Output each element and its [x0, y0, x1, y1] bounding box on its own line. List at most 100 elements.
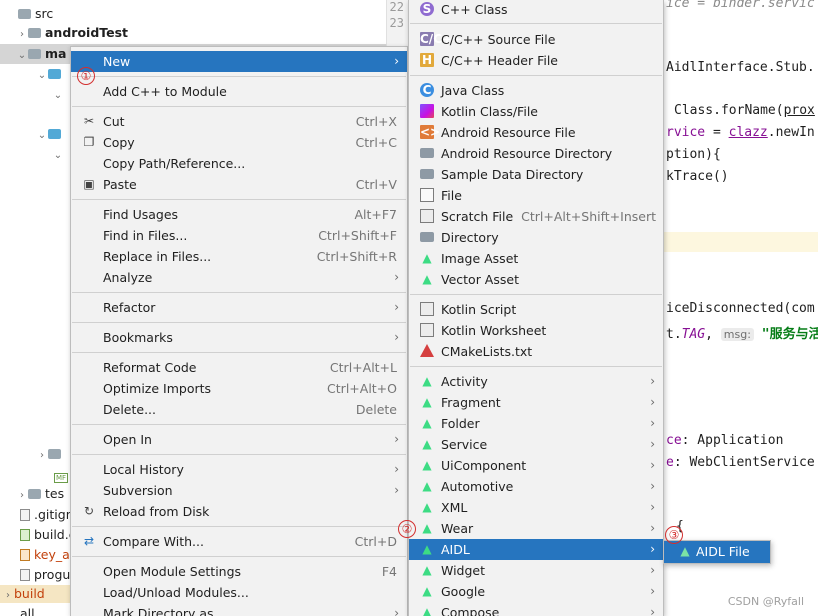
menu-item-kotlin-worksheet[interactable]: Kotlin Worksheet: [409, 320, 663, 341]
menu-item-mark-directory-as[interactable]: Mark Directory as ›: [71, 603, 407, 616]
chevron-right-icon[interactable]: ›: [2, 586, 14, 606]
chevron-down-icon[interactable]: ⌄: [16, 46, 28, 66]
tree-item-child-folder-2[interactable]: ⌄: [52, 84, 64, 104]
tree-item-gitignore[interactable]: .gitign: [20, 505, 74, 525]
menu-item-image-asset[interactable]: ▲ Image Asset: [409, 248, 663, 269]
menu-item-reload-from-disk[interactable]: ↻ Reload from Disk: [71, 501, 407, 522]
menu-item-refactor[interactable]: Refactor ›: [71, 297, 407, 318]
menu-item-activity[interactable]: ▲ Activity ›: [409, 371, 663, 392]
menu-item-cut[interactable]: ✂ Cut Ctrl+X: [71, 111, 407, 132]
aidl-file-icon: ▲: [680, 544, 690, 558]
menu-item-directory[interactable]: Directory: [409, 227, 663, 248]
menu-item-local-history[interactable]: Local History ›: [71, 459, 407, 480]
tree-item-androidtest[interactable]: › androidTest: [16, 23, 128, 43]
chevron-right-icon: ›: [394, 330, 399, 344]
menu-item-kotlin-script[interactable]: Kotlin Script: [409, 299, 663, 320]
menu-item-android-resource-directory[interactable]: Android Resource Directory: [409, 143, 663, 164]
menu-item-sample-data-directory[interactable]: Sample Data Directory: [409, 164, 663, 185]
menu-item-cpp-class[interactable]: S C++ Class: [409, 0, 663, 20]
menu-item-vector-asset[interactable]: ▲ Vector Asset: [409, 269, 663, 290]
menu-item-automotive[interactable]: ▲ Automotive ›: [409, 476, 663, 497]
tree-item-src[interactable]: src: [18, 4, 53, 24]
chevron-right-icon: ›: [650, 584, 655, 598]
code-line: ption){: [666, 147, 721, 162]
chevron-right-icon: ›: [650, 374, 655, 388]
key-file-icon: [20, 549, 30, 561]
tree-item-main[interactable]: ⌄ ma: [16, 44, 67, 66]
menu-item-replace-in-files[interactable]: Replace in Files... Ctrl+Shift+R: [71, 246, 407, 267]
chevron-right-icon: ›: [650, 479, 655, 493]
code-line: AidlInterface.Stub.: [666, 60, 815, 75]
cpp-source-icon: C/C++: [420, 32, 463, 46]
tree-item-all[interactable]: all: [20, 604, 35, 616]
menu-item-google[interactable]: ▲ Google ›: [409, 581, 663, 602]
menu-item-reformat-code[interactable]: Reformat Code Ctrl+Alt+L: [71, 357, 407, 378]
menu-item-cpp-header-file[interactable]: H C/C++ Header File: [409, 50, 663, 71]
menu-item-wear[interactable]: ▲ Wear ›: [409, 518, 663, 539]
folder-icon: [48, 69, 61, 79]
menu-item-widget[interactable]: ▲ Widget ›: [409, 560, 663, 581]
menu-item-optimize-imports[interactable]: Optimize Imports Ctrl+Alt+O: [71, 378, 407, 399]
menu-item-scratch-file[interactable]: Scratch File Ctrl+Alt+Shift+Insert: [409, 206, 663, 227]
chevron-right-icon[interactable]: ›: [16, 486, 28, 506]
menu-item-load-unload-modules[interactable]: Load/Unload Modules...: [71, 582, 407, 603]
menu-item-kotlin-class-file[interactable]: Kotlin Class/File: [409, 101, 663, 122]
chevron-down-icon[interactable]: ⌄: [36, 66, 48, 86]
tree-item-proguard[interactable]: progu: [20, 565, 70, 585]
menu-item-delete[interactable]: Delete... Delete: [71, 399, 407, 420]
menu-item-folder[interactable]: ▲ Folder ›: [409, 413, 663, 434]
menu-item-cpp-source-file[interactable]: C/C++ C/C++ Source File: [409, 29, 663, 50]
menu-item-aidl-file[interactable]: ▲ AIDL File: [664, 541, 770, 563]
tree-item-build[interactable]: › build: [2, 584, 45, 604]
menu-item-bookmarks[interactable]: Bookmarks ›: [71, 327, 407, 348]
tree-item-build-gradle[interactable]: build.c: [20, 525, 76, 545]
folder-icon: [28, 49, 41, 59]
chevron-right-icon: ›: [650, 521, 655, 535]
menu-item-service[interactable]: ▲ Service ›: [409, 434, 663, 455]
tree-item-test[interactable]: › tes: [16, 484, 64, 504]
tree-item-res-folder[interactable]: ›: [36, 444, 65, 464]
menu-separator: [72, 292, 406, 293]
folder-icon: [48, 129, 61, 139]
tree-item-child-folder[interactable]: ⌄: [36, 64, 65, 84]
menu-item-file[interactable]: File: [409, 185, 663, 206]
menu-item-subversion[interactable]: Subversion ›: [71, 480, 407, 501]
android-icon: ▲: [422, 479, 432, 493]
code-line: ice = binder.servic: [666, 0, 815, 11]
menu-item-aidl[interactable]: ▲ AIDL ›: [409, 539, 663, 560]
chevron-right-icon: ›: [650, 416, 655, 430]
menu-item-fragment[interactable]: ▲ Fragment ›: [409, 392, 663, 413]
chevron-down-icon[interactable]: ⌄: [52, 86, 64, 106]
folder-icon: [48, 449, 61, 459]
tree-item-manifest[interactable]: MF: [54, 466, 69, 486]
folder-icon: [28, 489, 41, 499]
tree-item-child-folder-3[interactable]: ⌄: [36, 124, 65, 144]
chevron-right-icon[interactable]: ›: [16, 25, 28, 45]
menu-item-analyze[interactable]: Analyze ›: [71, 267, 407, 288]
menu-item-uicomponent[interactable]: ▲ UiComponent ›: [409, 455, 663, 476]
menu-item-copy-path[interactable]: Copy Path/Reference...: [71, 153, 407, 174]
menu-item-paste[interactable]: ▣ Paste Ctrl+V: [71, 174, 407, 195]
chevron-right-icon[interactable]: ›: [36, 446, 48, 466]
chevron-right-icon: ›: [650, 542, 655, 556]
menu-item-open-module-settings[interactable]: Open Module Settings F4: [71, 561, 407, 582]
menu-item-open-in[interactable]: Open In ›: [71, 429, 407, 450]
menu-item-java-class[interactable]: C Java Class: [409, 80, 663, 101]
kotlin-file-icon: [420, 104, 434, 118]
chevron-right-icon: ›: [394, 432, 399, 446]
menu-item-cmakelists[interactable]: CMakeLists.txt: [409, 341, 663, 362]
tree-item-key[interactable]: key_ar: [20, 545, 75, 565]
menu-item-compare-with[interactable]: ⇄ Compare With... Ctrl+D: [71, 531, 407, 552]
chevron-down-icon[interactable]: ⌄: [36, 126, 48, 146]
menu-item-add-cpp-to-module[interactable]: Add C++ to Module: [71, 81, 407, 102]
menu-item-find-usages[interactable]: Find Usages Alt+F7: [71, 204, 407, 225]
android-icon: ▲: [422, 251, 432, 265]
menu-item-find-in-files[interactable]: Find in Files... Ctrl+Shift+F: [71, 225, 407, 246]
menu-item-compose[interactable]: ▲ Compose ›: [409, 602, 663, 616]
menu-item-copy[interactable]: ❐ Copy Ctrl+C: [71, 132, 407, 153]
tree-item-child-folder-4[interactable]: ⌄: [52, 144, 64, 164]
chevron-down-icon[interactable]: ⌄: [52, 146, 64, 166]
menu-item-xml[interactable]: ▲ XML ›: [409, 497, 663, 518]
menu-item-new[interactable]: New ›: [71, 51, 407, 72]
menu-item-android-resource-file[interactable]: <> Android Resource File: [409, 122, 663, 143]
